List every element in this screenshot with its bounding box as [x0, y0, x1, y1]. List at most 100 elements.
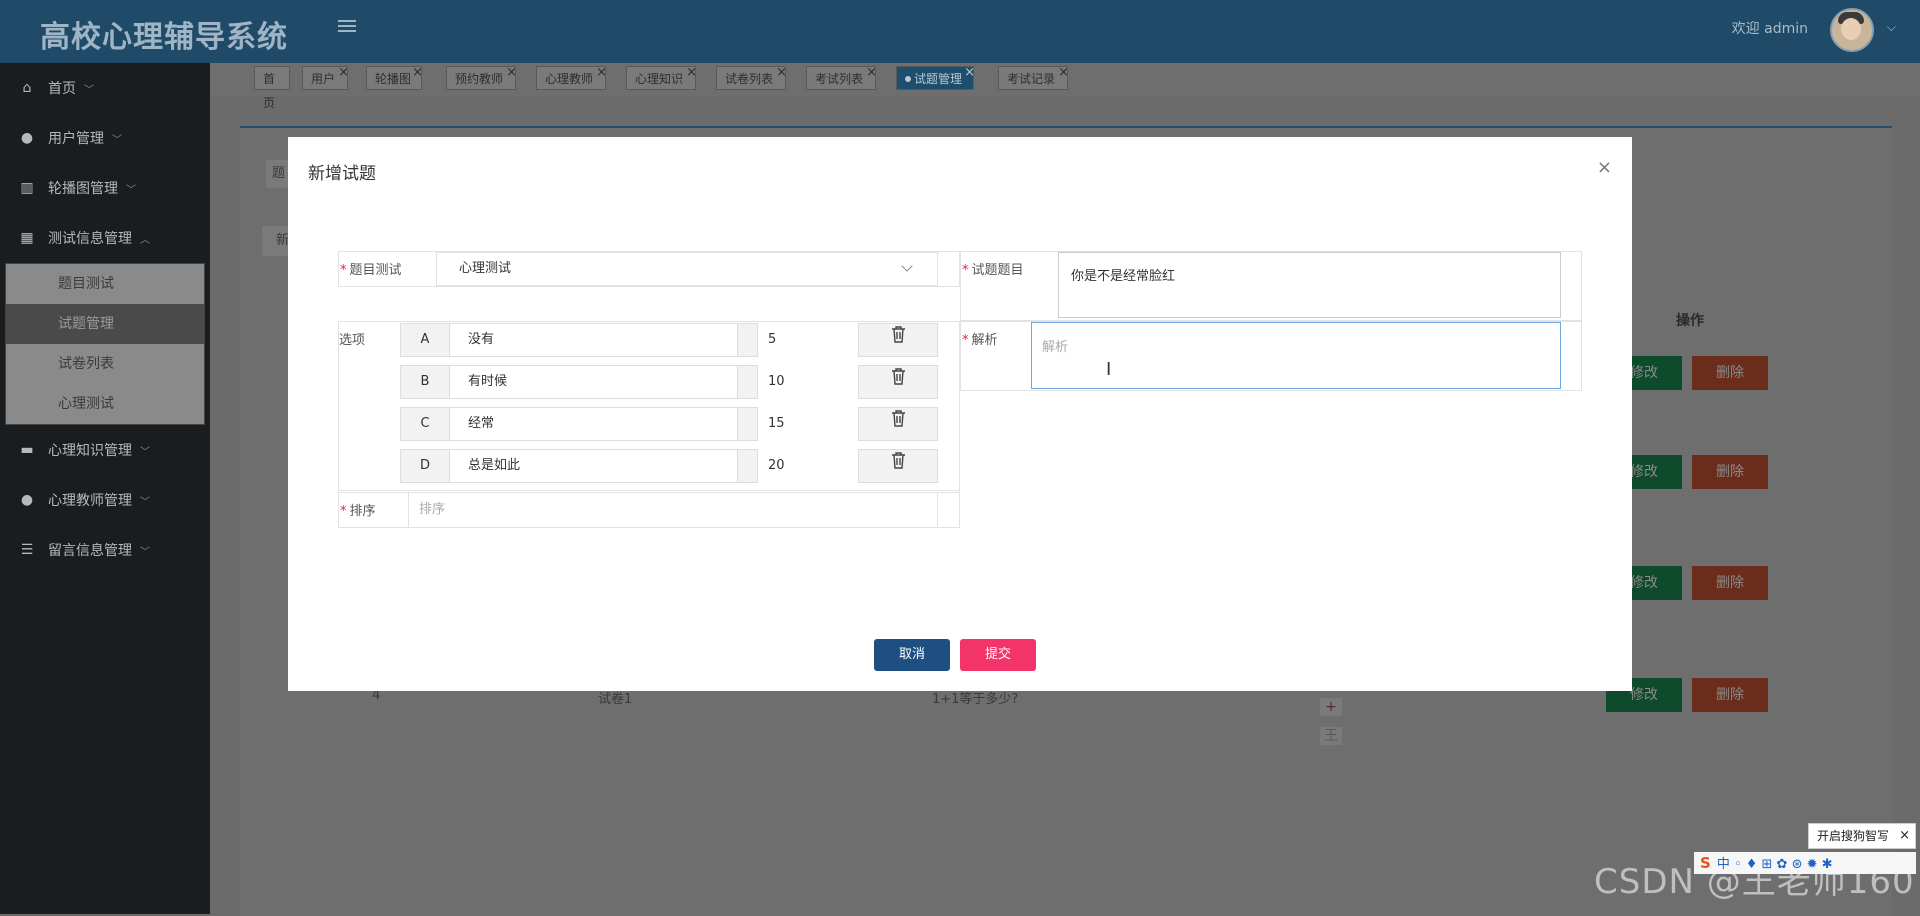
tab-label: 试题管理 [914, 72, 963, 86]
tab-label: 用户 [311, 72, 336, 86]
chevron-down-icon: ﹀ [140, 546, 150, 558]
close-icon[interactable]: × [338, 61, 349, 85]
close-icon[interactable]: × [776, 61, 787, 85]
tab-carousel[interactable]: 轮播图 × [366, 65, 423, 90]
close-icon[interactable]: × [1058, 61, 1069, 85]
close-icon[interactable]: × [866, 61, 877, 85]
sidebar-item-messages[interactable]: ☰ 留言信息管理 ﹀ [0, 525, 210, 575]
chevron-down-icon: ﹀ [126, 184, 136, 196]
sidebar-item-home[interactable]: ⌂ 首页 ﹀ [0, 63, 210, 113]
sidebar-item-label: 测试信息管理 [48, 231, 132, 247]
option-text-input[interactable]: 总是如此 [450, 449, 738, 483]
tab-label: 首页 [263, 72, 276, 110]
tab-label: 轮播图 [375, 72, 412, 86]
sidebar-item-label: 用户管理 [48, 131, 104, 147]
close-icon[interactable]: × [506, 61, 517, 85]
trash-icon[interactable] [858, 365, 938, 399]
option-letter: A [400, 323, 450, 357]
sidebar-subitem-paper-list[interactable]: 试卷列表 [6, 344, 204, 384]
analysis-label: * 解析 [962, 333, 998, 348]
sidebar-item-users[interactable]: ● 用户管理 ﹀ [0, 113, 210, 163]
sidebar-item-label: 轮播图管理 [48, 181, 118, 197]
minus-icon[interactable]: 王 [1320, 727, 1342, 745]
option-row: A 没有 5 [400, 323, 938, 359]
delete-button[interactable]: 删除 [1692, 356, 1768, 390]
tab-question-manage[interactable]: 试题管理 × [896, 65, 975, 90]
sogou-logo-icon: S [1700, 854, 1711, 872]
tab-appointment[interactable]: 预约教师 × [446, 65, 517, 90]
option-score-input[interactable]: 20 [758, 449, 858, 483]
cancel-button[interactable]: 取消 [874, 639, 950, 671]
submit-button[interactable]: 提交 [960, 639, 1036, 671]
welcome-text: 欢迎 admin [1731, 21, 1808, 37]
trash-icon[interactable] [858, 407, 938, 441]
test-select-value: 心理测试 [459, 261, 512, 276]
modal-title: 新增试题 [308, 164, 376, 184]
sidebar-item-label: 心理教师管理 [48, 493, 132, 509]
close-icon[interactable]: × [1597, 157, 1612, 178]
close-icon[interactable]: × [412, 61, 423, 85]
close-icon[interactable]: × [964, 61, 975, 85]
sidebar-subitem-question-test[interactable]: 题目测试 [6, 264, 204, 304]
ime-popup[interactable]: 开启搜狗智写 × [1808, 823, 1916, 849]
delete-button[interactable]: 删除 [1692, 455, 1768, 489]
sidebar-item-teachers[interactable]: ● 心理教师管理 ﹀ [0, 475, 210, 525]
sidebar-item-carousel[interactable]: ▥ 轮播图管理 ﹀ [0, 163, 210, 213]
question-textarea[interactable]: 你是不是经常脸红 [1058, 252, 1561, 318]
chevron-down-icon: ﹀ [84, 84, 94, 96]
tab-home[interactable]: 首页 [254, 66, 290, 110]
option-text-input[interactable]: 没有 [450, 323, 738, 357]
user-icon: ● [20, 492, 34, 508]
order-label: * 排序 [340, 504, 376, 519]
tab-exam-records[interactable]: 考试记录 × [998, 65, 1069, 90]
tab-knowledge[interactable]: 心理知识 × [626, 65, 697, 90]
option-text-input[interactable]: 经常 [450, 407, 738, 441]
tab-label: 试卷列表 [725, 72, 774, 86]
option-row: B 有时候 10 [400, 365, 938, 401]
plus-icon[interactable]: + [1320, 698, 1342, 716]
order-input[interactable]: 排序 [408, 493, 938, 527]
text-cursor-icon: I [1106, 359, 1112, 380]
chevron-down-icon[interactable]: ⌵ [1887, 20, 1896, 35]
tab-exam-list[interactable]: 考试列表 × [806, 65, 877, 90]
list-icon: ☰ [20, 542, 34, 558]
close-icon[interactable]: × [686, 61, 697, 85]
ime-popup-label: 开启搜狗智写 [1817, 829, 1890, 843]
tab-user[interactable]: 用户 × [302, 65, 349, 90]
trash-icon[interactable] [858, 449, 938, 483]
tab-psych-teacher[interactable]: 心理教师 × [536, 65, 607, 90]
option-score-input[interactable]: 10 [758, 365, 858, 399]
sidebar-item-test-info[interactable]: ▦ 测试信息管理 ︿ [0, 213, 210, 263]
delete-button[interactable]: 删除 [1692, 678, 1768, 712]
delete-button[interactable]: 删除 [1692, 566, 1768, 600]
sidebar: ⌂ 首页 ﹀ ● 用户管理 ﹀ ▥ 轮播图管理 ﹀ ▦ 测试信息管理 ︿ 题目测… [0, 63, 210, 914]
tab-label: 考试列表 [815, 72, 864, 86]
top-header: 高校心理辅导系统 欢迎 admin ⌵ [0, 0, 1920, 63]
sidebar-subitem-psych-test[interactable]: 心理测试 [6, 384, 204, 424]
app-title: 高校心理辅导系统 [40, 20, 288, 55]
options-label: 选项 [339, 333, 366, 348]
sidebar-item-label: 心理知识管理 [48, 443, 132, 459]
avatar[interactable] [1830, 8, 1874, 52]
tab-label: 心理教师 [545, 72, 594, 86]
close-icon[interactable]: × [1899, 824, 1910, 848]
ime-toolbar[interactable]: S 中 ◦ ♦ ⊞ ✿ ⊛ ✹ ✱ [1694, 852, 1916, 874]
chevron-down-icon: ﹀ [112, 134, 122, 146]
test-select[interactable]: 心理测试 [436, 252, 938, 286]
option-letter: C [400, 407, 450, 441]
close-icon[interactable]: × [596, 61, 607, 85]
option-row: C 经常 15 [400, 407, 938, 443]
chevron-down-icon: ﹀ [140, 446, 150, 458]
ime-toolbar-icons: 中 ◦ ♦ ⊞ ✿ ⊛ ✹ ✱ [1716, 857, 1833, 872]
sidebar-item-label: 首页 [48, 81, 76, 97]
option-score-input[interactable]: 15 [758, 407, 858, 441]
tabs-bar: 首页 用户 × 轮播图 × 预约教师 × 心理教师 × 心理知识 × 试卷列表 × 考试列表… [210, 63, 1920, 110]
menu-toggle-icon[interactable] [338, 17, 356, 35]
sidebar-subitem-question-manage[interactable]: 试题管理 [6, 304, 204, 344]
sidebar-item-knowledge[interactable]: ▬ 心理知识管理 ﹀ [0, 425, 210, 475]
option-text-input[interactable]: 有时候 [450, 365, 738, 399]
tab-paper-list[interactable]: 试卷列表 × [716, 65, 787, 90]
trash-icon[interactable] [858, 323, 938, 357]
carousel-icon: ▥ [20, 180, 34, 196]
option-score-input[interactable]: 5 [758, 323, 858, 357]
